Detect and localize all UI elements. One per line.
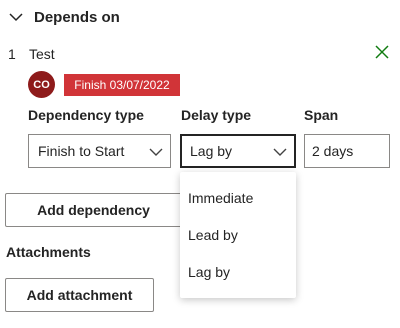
add-attachment-button[interactable]: Add attachment <box>5 278 154 312</box>
close-icon[interactable] <box>374 44 390 60</box>
dropdown-option-immediate[interactable]: Immediate <box>180 180 296 216</box>
dependency-name: Test <box>29 46 55 62</box>
attachments-title: Attachments <box>6 244 91 260</box>
dependency-type-label: Dependency type <box>28 107 144 123</box>
span-value: 2 days <box>312 143 354 159</box>
delay-type-select[interactable]: Lag by <box>180 134 296 168</box>
chevron-down-icon <box>149 148 163 156</box>
chevron-down-icon <box>9 13 23 22</box>
span-label: Span <box>304 107 339 123</box>
delay-type-label: Delay type <box>181 107 252 123</box>
dependency-index: 1 <box>8 46 16 62</box>
delay-type-dropdown: Immediate Lead by Lag by <box>180 172 296 298</box>
span-input[interactable]: 2 days <box>304 134 390 168</box>
dropdown-option-lead-by[interactable]: Lead by <box>180 217 296 253</box>
section-title: Depends on <box>34 9 120 26</box>
finish-date-badge: Finish 03/07/2022 <box>64 74 180 96</box>
delay-type-value: Lag by <box>190 143 233 159</box>
avatar: CO <box>28 71 55 98</box>
dependency-type-select[interactable]: Finish to Start <box>28 134 171 168</box>
chevron-down-icon <box>273 148 287 156</box>
add-dependency-button[interactable]: Add dependency <box>5 193 182 227</box>
dependency-type-value: Finish to Start <box>38 143 125 159</box>
depends-on-header[interactable]: Depends on <box>0 0 400 36</box>
dropdown-option-lag-by[interactable]: Lag by <box>180 254 296 290</box>
